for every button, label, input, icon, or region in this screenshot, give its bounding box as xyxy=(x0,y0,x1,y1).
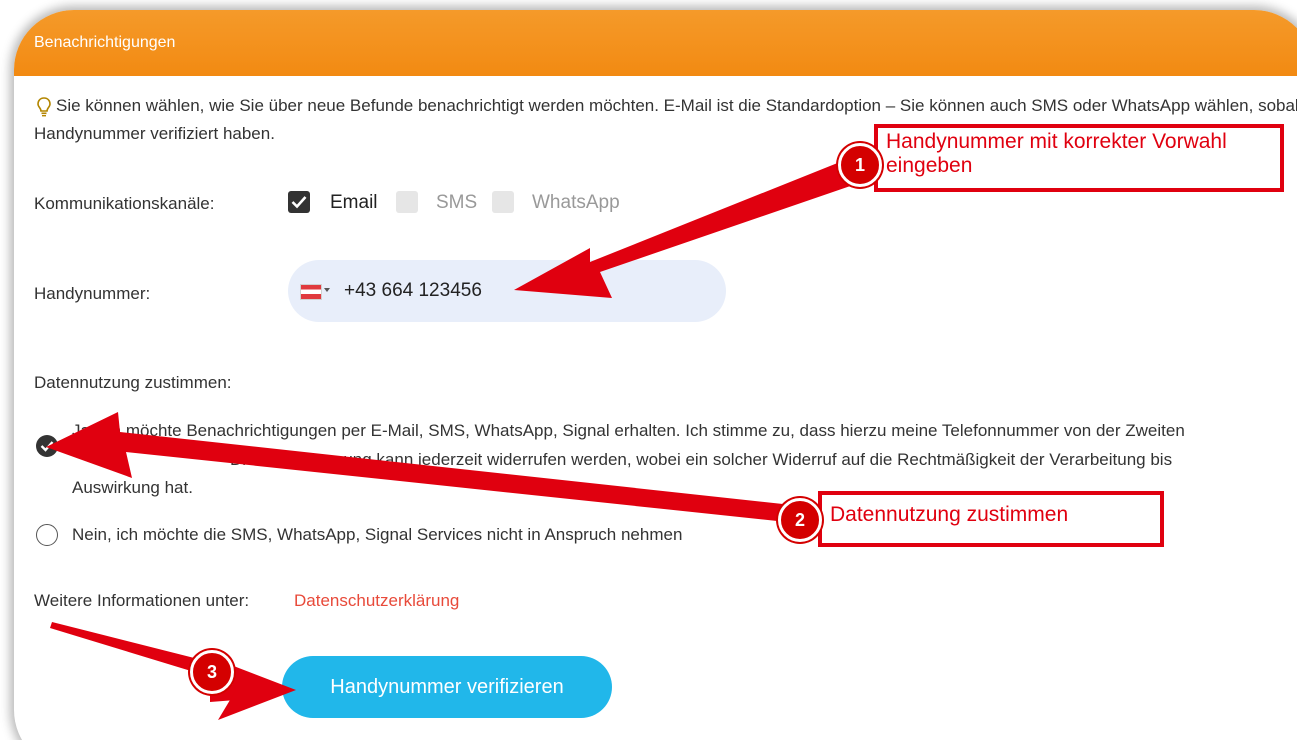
annotation-2-text: Datennutzung zustimmen xyxy=(830,503,1069,526)
privacy-policy-link[interactable]: Datenschutzerklärung xyxy=(294,591,459,611)
annotation-badge-2: 2 xyxy=(778,498,822,542)
panel-title: Benachrichtigungen xyxy=(34,34,176,51)
checkmark-icon xyxy=(291,196,307,209)
consent-no-text: Nein, ich möchte die SMS, WhatsApp, Sign… xyxy=(72,525,683,544)
email-checkbox[interactable] xyxy=(288,191,310,213)
info-text-line1: Sie können wählen, wie Sie über neue Bef… xyxy=(56,96,1297,115)
consent-label: Datennutzung zustimmen: xyxy=(34,373,232,392)
consent-no-radio[interactable] xyxy=(36,524,58,546)
phone-input[interactable]: +43 664 123456 xyxy=(288,260,726,322)
screenshot-stage: Benachrichtigungen Sie können wählen, wi… xyxy=(0,0,1297,740)
whatsapp-option-label: WhatsApp xyxy=(532,192,620,213)
annotation-badge-1: 1 xyxy=(838,143,882,187)
annotation-callout-2: Datennutzung zustimmen xyxy=(818,491,1164,547)
consent-yes-text-line2: Diese Zustimmung kann jederzeit widerruf… xyxy=(230,450,1173,469)
whatsapp-checkbox[interactable] xyxy=(492,191,514,213)
verify-phone-button[interactable]: Handynummer verifizieren xyxy=(282,656,612,718)
panel-header: Benachrichtigungen xyxy=(14,10,1297,76)
phone-value[interactable]: +43 664 123456 xyxy=(344,280,482,302)
consent-yes-radio[interactable] xyxy=(36,435,58,457)
austria-flag-icon[interactable] xyxy=(300,284,322,300)
chevron-down-icon[interactable] xyxy=(324,288,330,292)
consent-yes-text-line3: Auswirkung hat. xyxy=(72,478,193,497)
channels-label: Kommunikationskanäle: xyxy=(34,194,215,213)
info-text-line2: Handynummer verifiziert haben. xyxy=(34,124,275,143)
annotation-callout-1: Handynummer mit korrekter Vorwahl eingeb… xyxy=(874,124,1284,192)
sms-checkbox[interactable] xyxy=(396,191,418,213)
annotation-1-line1: Handynummer mit korrekter Vorwahl xyxy=(886,130,1227,153)
annotation-1-line2: eingeben xyxy=(886,154,973,177)
checkmark-icon xyxy=(40,441,54,452)
annotation-badge-3: 3 xyxy=(190,650,234,694)
more-info-prefix: Weitere Informationen unter: xyxy=(34,591,250,610)
lightbulb-icon xyxy=(37,97,51,117)
email-option-label: Email xyxy=(330,192,378,213)
consent-yes-text-line1: Ja, ich möchte Benachrichtigungen per E-… xyxy=(72,421,1185,440)
notifications-panel: Benachrichtigungen Sie können wählen, wi… xyxy=(14,10,1297,740)
phone-label: Handynummer: xyxy=(34,284,151,303)
sms-option-label: SMS xyxy=(436,192,478,213)
